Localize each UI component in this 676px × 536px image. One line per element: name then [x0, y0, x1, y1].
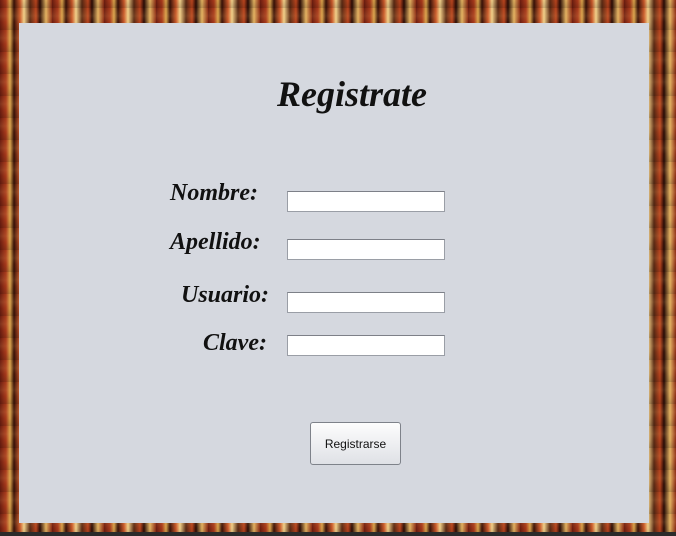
clave-input[interactable]: [287, 335, 445, 356]
apellido-label: Apellido:: [170, 229, 261, 255]
clave-label: Clave:: [203, 330, 267, 356]
usuario-input[interactable]: [287, 292, 445, 313]
nombre-label: Nombre:: [170, 180, 258, 206]
form-title: Registrate: [277, 74, 427, 114]
window-bottom-border: [0, 532, 676, 536]
registrarse-button[interactable]: Registrarse: [310, 422, 401, 465]
usuario-label: Usuario:: [181, 282, 270, 308]
apellido-input[interactable]: [287, 239, 445, 260]
nombre-input[interactable]: [287, 191, 445, 212]
registration-panel: Registrate Nombre: Apellido: Usuario: Cl…: [19, 23, 649, 523]
